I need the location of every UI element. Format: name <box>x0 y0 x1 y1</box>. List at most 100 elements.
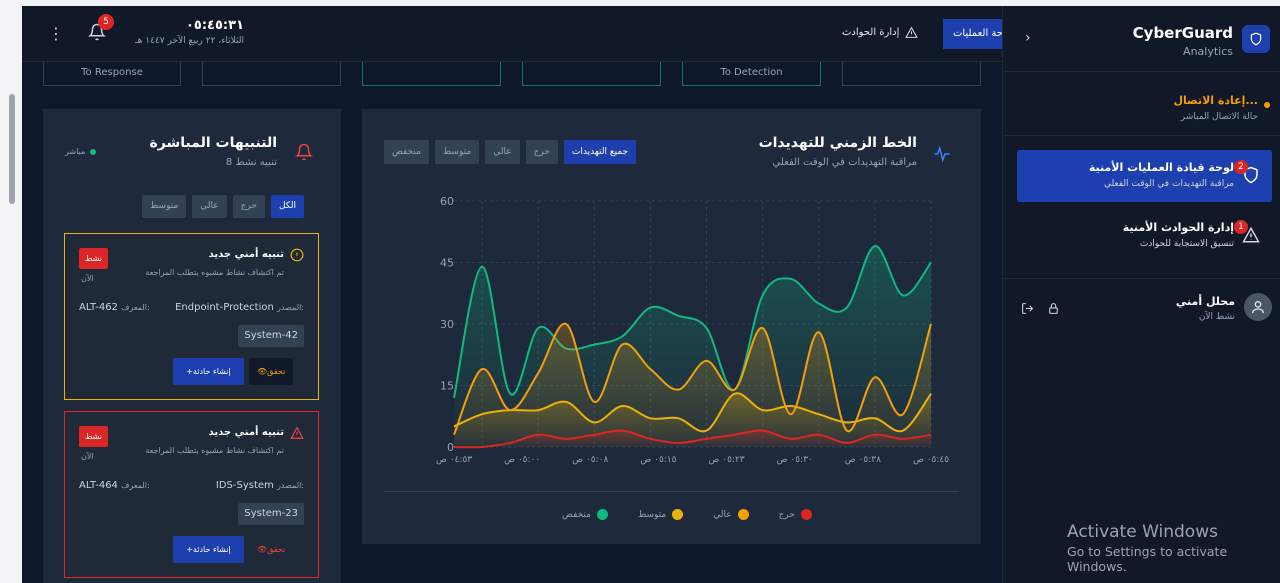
logout-icon[interactable] <box>1021 302 1034 315</box>
nav-sublabel: مراقبة التهديدات في الوقت الفعلي <box>1103 179 1234 189</box>
system-tag: System-42 <box>238 325 304 347</box>
lock-icon[interactable] <box>1047 302 1060 315</box>
warning-triangle-icon <box>905 26 919 38</box>
stat-card <box>362 62 501 86</box>
status-badge: نشط <box>79 426 108 447</box>
alert-id: ALT-462 المعرف: <box>79 302 150 313</box>
connection-dot <box>1264 102 1270 108</box>
stat-card <box>842 62 981 86</box>
create-incident-button[interactable]: +إنشاء حادثة <box>173 536 244 563</box>
legend-item-medium[interactable]: متوسط <box>637 509 684 520</box>
windows-activation-watermark: Activate Windows Go to Settings to activ… <box>1067 522 1280 574</box>
sidebar-header: CyberGuard Analytics › <box>1003 6 1280 72</box>
notifications-button[interactable]: 5 <box>87 14 114 45</box>
live-alerts-panel: التنبيهات المباشرة 8 تنبيه نشط مباشر متو… <box>43 109 341 583</box>
stat-card <box>202 62 341 86</box>
connection-status: إعادة الاتصال... حالة الاتصال المباشر <box>1003 72 1280 136</box>
user-name: محلل أمني <box>1175 295 1235 308</box>
status-badge: نشط <box>79 248 108 269</box>
verify-button[interactable]: 👁تحقق <box>249 536 293 563</box>
id-value: ALT-464 <box>79 480 118 491</box>
nav-badge: 1 <box>1234 220 1248 234</box>
nav-sublabel: تنسيق الاستجابة للحوادث <box>1139 239 1234 249</box>
divider <box>384 491 959 492</box>
notification-count-badge: 5 <box>98 14 114 30</box>
filter-critical[interactable]: حرج <box>232 195 265 218</box>
nav-incidents-link[interactable]: إدارة الحوادث <box>842 26 919 39</box>
legend-label: متوسط <box>637 509 667 520</box>
alert-title: تنبيه أمني جديد <box>208 249 284 260</box>
nav-badge: 2 <box>1234 160 1248 174</box>
brand-subtitle: Analytics <box>1183 45 1233 58</box>
clock: ٠٥:٤٥:٣١ الثلاثاء، ٢٢ ربيع الآخر ١٤٤٧ هـ <box>122 18 244 46</box>
eye-icon: 👁 <box>257 545 268 554</box>
nav-operations-button[interactable]: حة العمليات <box>943 19 1002 49</box>
x-tick-label: ٠٥:٠٠ ص <box>504 455 540 465</box>
threat-timeline-panel: الخط الزمني للتهديدات مراقبة التهديدات ف… <box>362 109 981 544</box>
filter-all[interactable]: الكل <box>270 195 305 218</box>
clock-time: ٠٥:٤٥:٣١ <box>185 18 244 33</box>
y-tick-label: 60 <box>440 195 454 208</box>
chevron-right-icon[interactable]: › <box>1025 30 1031 46</box>
live-label: مباشر <box>65 147 86 156</box>
x-tick-label: ٠٥:٤٥ ص <box>913 455 949 465</box>
alert-card[interactable]: تنبيه أمني جديد تم اكتشاف نشاط مشبوه يتط… <box>64 411 319 578</box>
x-tick-label: ٠٤:٥٣ ص <box>436 455 472 465</box>
sidebar-item-operations-dashboard[interactable]: 2 لوحة قيادة العمليات الأمنية مراقبة الت… <box>1017 150 1272 202</box>
x-tick-label: ٠٥:٣٠ ص <box>777 455 813 465</box>
legend-swatch <box>596 509 608 520</box>
x-tick-label: ٠٥:٣٨ ص <box>845 455 881 465</box>
y-tick-label: 30 <box>440 318 454 331</box>
filter-high[interactable]: عالي <box>192 195 227 218</box>
connection-title: إعادة الاتصال... <box>1173 94 1258 107</box>
legend-item-high[interactable]: عالي <box>713 509 749 520</box>
scrollbar-thumb[interactable] <box>9 94 15 204</box>
user-status: نشط الآن <box>1198 312 1235 322</box>
alert-time: الآن <box>81 452 94 461</box>
id-value: ALT-462 <box>79 302 118 313</box>
nav-label: لوحة قيادة العمليات الأمنية <box>1088 161 1234 174</box>
create-incident-label: إنشاء حادثة <box>192 545 231 554</box>
connection-subtitle: حالة الاتصال المباشر <box>1180 112 1258 122</box>
filter-medium[interactable]: متوسط <box>142 195 187 218</box>
chart-legend: منخفض متوسط عالي حرج <box>562 509 812 520</box>
stat-card <box>522 62 661 86</box>
alert-card[interactable]: تنبيه أمني جديد تم اكتشاف نشاط مشبوه يتط… <box>64 233 319 400</box>
legend-item-low[interactable]: منخفض <box>562 509 608 520</box>
stat-card-label: To Detection <box>720 67 783 78</box>
alert-description: تم اكتشاف نشاط مشبوه يتطلب المراجعة <box>145 446 284 455</box>
sidebar-item-incident-management[interactable]: 1 إدارة الحوادث الأمنية تنسيق الاستجابة … <box>1017 210 1272 262</box>
alerts-count: 8 تنبيه نشط <box>225 157 277 168</box>
alert-source: Endpoint-Protection المصدر: <box>175 302 304 313</box>
more-options-icon[interactable]: ⋮ <box>48 24 64 43</box>
y-tick-label: 45 <box>440 257 454 270</box>
avatar[interactable] <box>1244 293 1272 321</box>
source-value: Endpoint-Protection <box>175 302 274 313</box>
stat-card: To Detection <box>682 62 821 86</box>
x-tick-label: ٠٥:١٥ ص <box>640 455 676 465</box>
stat-card: To Response <box>43 62 181 86</box>
live-dot <box>90 148 97 155</box>
watermark-title: Activate Windows <box>1067 522 1218 542</box>
legend-swatch <box>672 509 684 520</box>
stat-card-label: To Response <box>81 67 143 78</box>
verify-button[interactable]: 👁تحقق <box>249 358 294 385</box>
y-tick-label: 15 <box>440 380 454 393</box>
create-incident-label: إنشاء حادثة <box>192 367 231 376</box>
legend-label: منخفض <box>562 509 591 520</box>
browser-left-scroll-track <box>0 6 22 583</box>
shield-logo-icon <box>1242 25 1270 53</box>
top-header: ⋮ 5 ٠٥:٤٥:٣١ الثلاثاء، ٢٢ ربيع الآخر ١٤٤… <box>22 6 1002 62</box>
nav-label: إدارة الحوادث الأمنية <box>1122 221 1234 234</box>
live-indicator: مباشر <box>65 147 97 156</box>
right-sidebar: CyberGuard Analytics › إعادة الاتصال... … <box>1002 6 1280 583</box>
verify-label: تحقق <box>267 367 286 376</box>
watermark-subtitle: Go to Settings to activate Windows. <box>1067 544 1228 574</box>
create-incident-button[interactable]: +إنشاء حادثة <box>173 358 244 385</box>
alert-time: الآن <box>81 274 94 283</box>
verify-label: تحقق <box>267 545 286 554</box>
legend-swatch <box>800 509 812 520</box>
eye-icon: 👁 <box>257 367 268 376</box>
bell-icon <box>295 143 313 161</box>
legend-item-critical[interactable]: حرج <box>779 509 812 520</box>
